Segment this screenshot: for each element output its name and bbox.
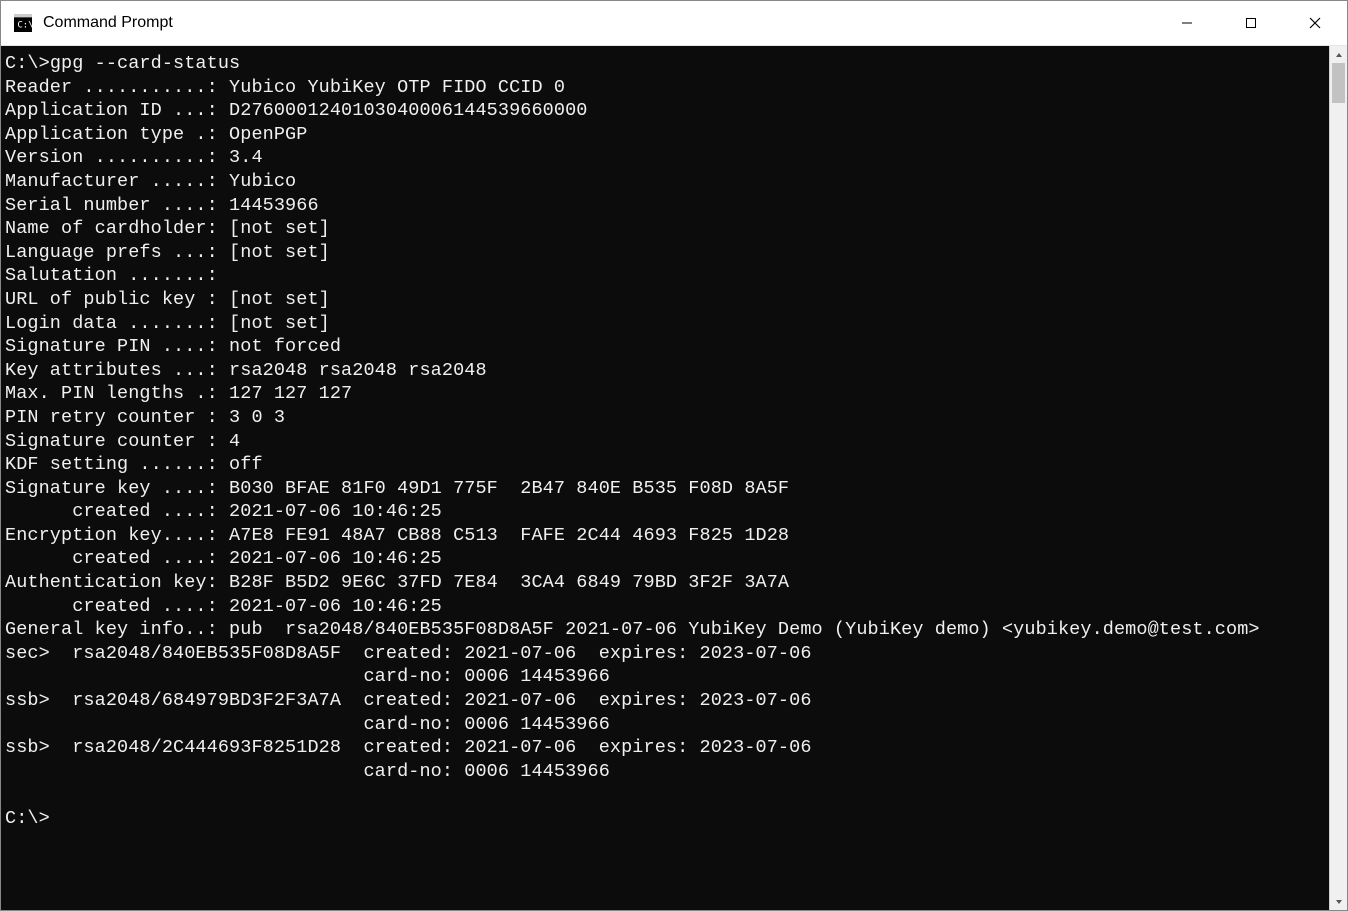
output-line: created ....: 2021-07-06 10:46:25 [5,596,442,617]
output-line: Signature PIN ....: not forced [5,336,341,357]
client-area: C:\>gpg --card-status Reader ...........… [1,46,1347,910]
output-line: Reader ...........: Yubico YubiKey OTP F… [5,77,565,98]
output-line: card-no: 0006 14453966 [5,761,610,782]
output-line: Manufacturer .....: Yubico [5,171,296,192]
output-line: ssb> rsa2048/2C444693F8251D28 created: 2… [5,737,812,758]
output-line: KDF setting ......: off [5,454,263,475]
output-line: Max. PIN lengths .: 127 127 127 [5,383,352,404]
output-line: Version ..........: 3.4 [5,147,263,168]
titlebar[interactable]: C:\ Command Prompt [1,1,1347,46]
output-line: Language prefs ...: [not set] [5,242,330,263]
window-title: Command Prompt [43,14,173,32]
output-line: Login data .......: [not set] [5,313,330,334]
maximize-button[interactable] [1219,1,1283,45]
vertical-scrollbar[interactable] [1329,46,1347,910]
command-text: gpg --card-status [50,53,240,74]
prompt: C:\> [5,808,50,829]
prompt: C:\> [5,53,50,74]
window-controls [1155,1,1347,45]
output-line: Key attributes ...: rsa2048 rsa2048 rsa2… [5,360,487,381]
output-line: ssb> rsa2048/684979BD3F2F3A7A created: 2… [5,690,812,711]
output-line: Application type .: OpenPGP [5,124,307,145]
output-line: created ....: 2021-07-06 10:46:25 [5,548,442,569]
scroll-thumb[interactable] [1332,63,1345,103]
output-line: Salutation .......: [5,265,218,286]
terminal-output[interactable]: C:\>gpg --card-status Reader ...........… [1,46,1329,837]
scroll-track[interactable] [1330,63,1347,893]
output-line: Application ID ...: D2760001240103040006… [5,100,588,121]
minimize-button[interactable] [1155,1,1219,45]
scroll-up-button[interactable] [1330,46,1347,63]
output-line: Encryption key....: A7E8 FE91 48A7 CB88 … [5,525,789,546]
output-line: card-no: 0006 14453966 [5,714,610,735]
terminal[interactable]: C:\>gpg --card-status Reader ...........… [1,46,1329,910]
output-line: PIN retry counter : 3 0 3 [5,407,285,428]
output-line: Authentication key: B28F B5D2 9E6C 37FD … [5,572,789,593]
output-line: General key info..: pub rsa2048/840EB535… [5,619,1260,640]
close-button[interactable] [1283,1,1347,45]
scroll-down-button[interactable] [1330,893,1347,910]
output-line: Name of cardholder: [not set] [5,218,330,239]
output-line: created ....: 2021-07-06 10:46:25 [5,501,442,522]
command-prompt-window: C:\ Command Prompt C:\>gpg --card-status… [0,0,1348,911]
command-prompt-icon: C:\ [11,11,35,35]
output-line: Signature key ....: B030 BFAE 81F0 49D1 … [5,478,789,499]
output-line: URL of public key : [not set] [5,289,330,310]
output-line: card-no: 0006 14453966 [5,666,610,687]
output-line: Serial number ....: 14453966 [5,195,319,216]
output-line: Signature counter : 4 [5,431,240,452]
svg-text:C:\: C:\ [17,21,32,31]
output-line: sec> rsa2048/840EB535F08D8A5F created: 2… [5,643,812,664]
